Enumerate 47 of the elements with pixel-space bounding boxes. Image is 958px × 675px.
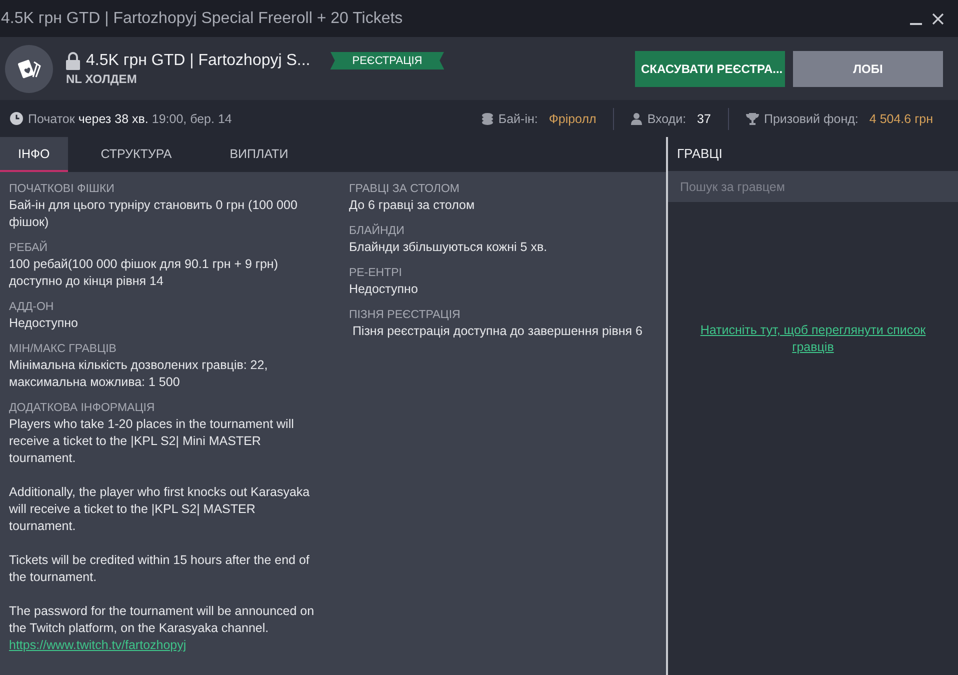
twitch-link[interactable]: https://www.twitch.tv/fartozhopyj — [9, 637, 186, 654]
cards-icon — [5, 44, 53, 92]
players-title: ГРАВЦІ — [668, 137, 958, 171]
section-text: Players who take 1-20 places in the tournament will receive a ticket to the |KPL S2| Mini MASTER tournament. — [9, 416, 295, 467]
section-heading: ПІЗНЯ РЕЄСТРАЦІЯ — [348, 308, 460, 323]
close-icon[interactable] — [932, 12, 944, 24]
buyin-label: Бай-ін: — [498, 112, 538, 126]
section-heading: ГРАВЦІ ЗА СТОЛОМ — [348, 182, 460, 197]
players-list-link[interactable]: Натисніть тут, щоб переглянути список гравців — [693, 322, 933, 356]
section-text: 100 ребай(100 000 фішок для 90.1 грн + 9 грн) доступно до кінця рівня 14 — [9, 256, 279, 290]
section-text: The password for the tournament will be announced on the Twitch platform, on the Karasyaka channel. — [9, 603, 316, 637]
tab[interactable]: ВИПЛАТИ — [204, 137, 314, 172]
section-text: Мінімальна кількість дозволених гравців: 22, максимальна можлива: 1 500 — [9, 357, 269, 391]
section-heading: РЕ-ЕНТРІ — [348, 266, 402, 281]
coins-icon — [482, 112, 494, 124]
tab[interactable]: ІНФО — [0, 137, 68, 172]
clock-icon — [10, 112, 23, 125]
buyin-value: Фріролл — [548, 112, 596, 126]
section-text: Недоступно — [9, 315, 78, 332]
section-text: Бай-ін для цього турніру становить 0 грн (100 000 фішок) — [9, 197, 298, 231]
section-heading: МІН/МАКС ГРАВЦІВ — [9, 342, 116, 357]
prize-label: Призовий фонд: — [764, 112, 858, 126]
game-type: NL ХОЛДЕМ — [66, 72, 138, 86]
section-heading: ПОЧАТКОВІ ФІШКИ — [9, 182, 114, 197]
tournament-title: 4.5K грн GTD | Fartozhopyj S... — [86, 52, 310, 70]
entries-label: Входи: — [647, 112, 686, 126]
trophy-icon — [746, 112, 759, 124]
tab[interactable]: СТРУКТУРА — [76, 137, 197, 172]
section-text: Tickets will be credited within 15 hours after the end of the tournament. — [9, 552, 310, 586]
section-text: Additionally, the player who first knocks out Karasyaka will receive a ticket to the |KPL S2| MASTER tournament. — [9, 484, 311, 535]
section-text: Блайнди збільшуються кожні 5 хв. — [348, 239, 548, 256]
section-text: До 6 гравці за столом — [348, 197, 475, 214]
section-text: Недоступно — [348, 281, 418, 298]
section-heading: БЛАЙНДИ — [348, 223, 404, 239]
status-ribbon: РЕЄСТРАЦІЯ — [330, 52, 444, 70]
prize-value: 4 504.6 грн — [869, 112, 933, 126]
start-time: Початок через 38 хв. 19:00, бер. 14 — [28, 112, 232, 126]
section-text: Пізня реєстрація доступна до завершення рівня 6 — [351, 323, 642, 340]
section-heading: РЕБАЙ — [9, 240, 48, 256]
action-button[interactable]: ЛОБІ — [793, 50, 943, 86]
action-button[interactable]: СКАСУВАТИ РЕЄСТРА... — [635, 50, 785, 86]
entries-value: 37 — [697, 112, 711, 126]
section-heading: ДОДАТКОВА ІНФОРМАЦІЯ — [9, 401, 155, 416]
player-search-field[interactable]: Пошук за гравцем — [668, 171, 958, 202]
section-heading: АДД-ОН — [9, 300, 54, 315]
window-title: 4.5K грн GTD | Fartozhopyj Special Freeroll + 20 Tickets — [1, 10, 403, 28]
person-icon — [631, 112, 642, 124]
